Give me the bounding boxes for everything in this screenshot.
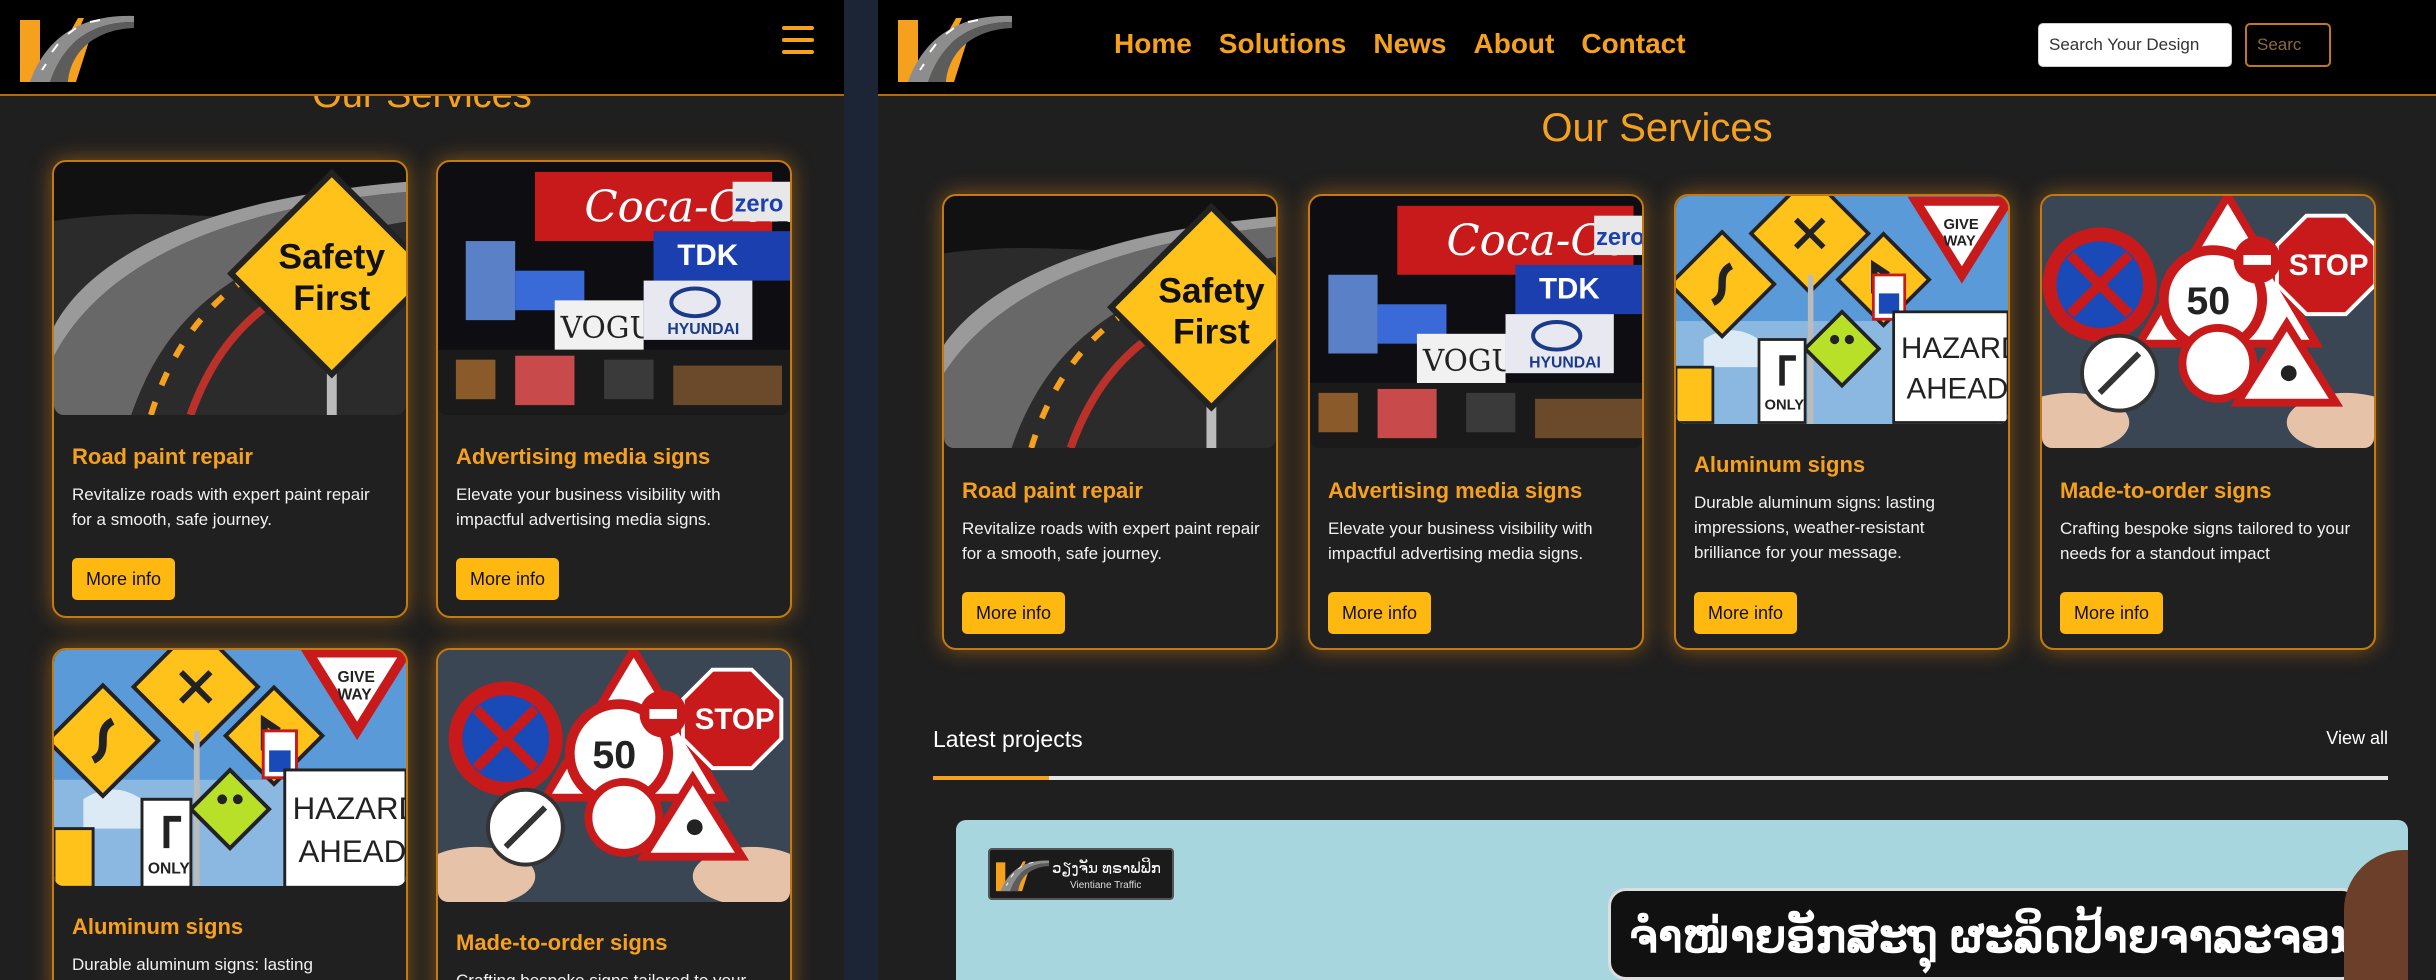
more-info-button[interactable]: More info	[1694, 592, 1798, 634]
service-card: Made-to-order signs Crafting bespoke sig…	[436, 648, 792, 980]
more-info-button[interactable]: More info	[1328, 592, 1432, 634]
latest-projects-title: Latest projects	[933, 726, 1083, 752]
banner-decoration	[2344, 850, 2408, 980]
banner-logo-subtext: Vientiane Traffic	[1070, 880, 1142, 891]
search-input[interactable]	[2038, 23, 2232, 67]
card-title: Aluminum signs	[1694, 452, 1866, 477]
service-card: Road paint repair Revitalize roads with …	[942, 194, 1278, 650]
card-description: Crafting bespoke signs tailored to your	[456, 968, 774, 980]
card-title: Made-to-order signs	[456, 930, 668, 955]
desktop-view: Home Solutions News About Contact Searc …	[878, 0, 2436, 980]
card-title: Advertising media signs	[1328, 478, 1583, 503]
card-description: Crafting bespoke signs tailored to your …	[2060, 519, 2351, 563]
more-info-button[interactable]: More info	[72, 558, 176, 600]
card-description: Revitalize roads with expert paint repai…	[962, 519, 1260, 563]
project-banner[interactable]: ວຽງຈັນ ທຣາຟຟິກ Vientiane Traffic ຈຳໜ່າຍອ…	[956, 820, 2408, 980]
nav-contact[interactable]: Contact	[1581, 28, 1685, 60]
nav-news[interactable]: News	[1373, 28, 1446, 60]
service-image	[2042, 196, 2374, 448]
main-nav: Home Solutions News About Contact	[1114, 28, 1686, 60]
card-title: Road paint repair	[962, 478, 1143, 503]
banner-logo-text: ວຽງຈັນ ທຣາຟຟິກ	[1052, 860, 1161, 877]
service-image	[438, 162, 790, 415]
banner-headline: ຈຳໜ່າຍອັກສະຖຸ ຜະລິດປ້າຍຈາລະຈອນ	[1629, 910, 2361, 962]
search-button[interactable]: Searc	[2245, 23, 2331, 67]
nav-solutions[interactable]: Solutions	[1219, 28, 1347, 60]
banner-headline-box: ຈຳໜ່າຍອັກສະຖຸ ຜະລິດປ້າຍຈາລະຈອນ	[1608, 888, 2360, 980]
service-image	[54, 162, 406, 415]
card-description: Durable aluminum signs: lasting impressi…	[1694, 493, 1935, 562]
section-title: Our Services	[1541, 106, 1773, 150]
service-card: Aluminum signs Durable aluminum signs: l…	[52, 648, 408, 980]
banner-logo: ວຽງຈັນ ທຣາຟຟິກ Vientiane Traffic	[988, 848, 1174, 900]
hamburger-icon[interactable]	[782, 26, 814, 54]
brand-logo[interactable]	[898, 8, 1014, 82]
mobile-header	[0, 0, 844, 96]
more-info-button[interactable]: More info	[456, 558, 560, 600]
card-description: Durable aluminum signs: lasting	[72, 955, 313, 974]
card-title: Aluminum signs	[72, 914, 244, 939]
service-card: Aluminum signs Durable aluminum signs: l…	[1674, 194, 2010, 650]
service-card: Advertising media signs Elevate your bus…	[436, 160, 792, 618]
service-image	[1310, 196, 1642, 448]
service-card: Road paint repair Revitalize roads with …	[52, 160, 408, 618]
section-underline	[933, 776, 2388, 780]
brand-logo-icon	[996, 854, 1050, 894]
service-card: Advertising media signs Elevate your bus…	[1308, 194, 1644, 650]
service-image	[944, 196, 1276, 448]
brand-logo[interactable]	[20, 8, 136, 82]
service-image	[54, 650, 406, 886]
card-title: Advertising media signs	[456, 444, 711, 469]
underline-accent	[933, 776, 1049, 780]
nav-home[interactable]: Home	[1114, 28, 1192, 60]
mobile-view: Our Services Road paint repair Revitaliz…	[0, 0, 844, 980]
card-description: Revitalize roads with expert paint repai…	[72, 485, 370, 529]
view-all-link[interactable]: View all	[2326, 728, 2388, 749]
more-info-button[interactable]: More info	[2060, 592, 2164, 634]
more-info-button[interactable]: More info	[962, 592, 1066, 634]
desktop-header: Home Solutions News About Contact Searc	[878, 0, 2436, 96]
service-image	[438, 650, 790, 902]
nav-about[interactable]: About	[1474, 28, 1555, 60]
card-description: Elevate your business visibility with im…	[1328, 519, 1593, 563]
card-title: Made-to-order signs	[2060, 478, 2272, 503]
card-description: Elevate your business visibility with im…	[456, 485, 721, 529]
card-title: Road paint repair	[72, 444, 253, 469]
service-image	[1676, 196, 2008, 424]
service-card: Made-to-order signs Crafting bespoke sig…	[2040, 194, 2376, 650]
pane-divider	[844, 0, 878, 980]
